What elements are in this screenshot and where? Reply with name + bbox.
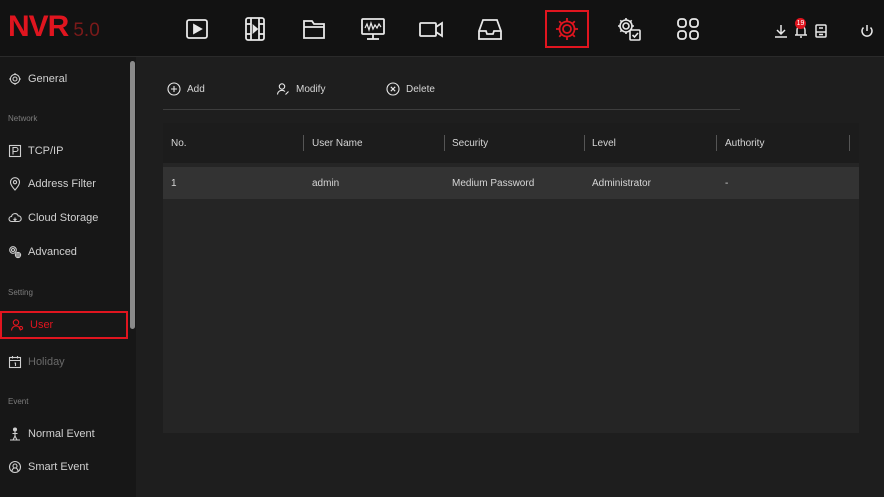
user-management-panel: Add Modify Delete No. User Name Security… — [137, 57, 884, 497]
column-separator — [849, 135, 850, 151]
sidebar-item-cloud-storage[interactable]: Cloud Storage — [0, 204, 128, 232]
sidebar-item-label: Normal Event — [28, 428, 95, 440]
delete-button-label: Delete — [406, 83, 435, 95]
grid-icon[interactable] — [665, 10, 711, 48]
user-edit-icon — [276, 83, 289, 95]
sidebar-scrollbar[interactable] — [130, 61, 135, 329]
column-header-user-name: User Name — [312, 137, 363, 149]
column-separator — [716, 135, 717, 151]
column-separator — [444, 135, 445, 151]
advanced-gear-icon — [8, 245, 22, 259]
cell-level: Administrator — [592, 177, 651, 189]
column-header-level: Level — [592, 137, 616, 149]
sidebar-item-user[interactable]: User — [0, 311, 128, 339]
column-header-authority: Authority — [725, 137, 765, 149]
smart-event-icon — [8, 460, 22, 474]
sidebar-item-label: Holiday — [28, 356, 65, 368]
user-table: No. User Name Security Level Authority 1… — [163, 123, 859, 433]
toolbar-divider — [163, 109, 740, 110]
backup-icon[interactable] — [812, 22, 830, 40]
sidebar-group-setting: Setting — [8, 288, 33, 297]
add-button-label: Add — [187, 83, 205, 95]
gear-icon — [8, 72, 22, 86]
sidebar-group-network: Network — [8, 114, 38, 123]
cell-security: Medium Password — [452, 177, 535, 189]
sidebar-item-address-filter[interactable]: Address Filter — [0, 170, 128, 198]
alarm-bell-icon[interactable]: 19 — [792, 18, 810, 40]
power-icon[interactable] — [858, 22, 876, 40]
file-icon[interactable] — [291, 10, 337, 48]
sidebar-item-label: Smart Event — [28, 461, 89, 473]
top-navigation-bar: NVR 5.0 19 — [0, 0, 884, 57]
system-config-icon[interactable] — [606, 10, 652, 48]
sidebar-item-general[interactable]: General — [0, 65, 128, 93]
p-box-icon — [8, 144, 22, 158]
column-header-security: Security — [452, 137, 489, 149]
brand-version: 5.0 — [73, 20, 100, 41]
sidebar-item-advanced[interactable]: Advanced — [0, 238, 128, 266]
sidebar-item-label: Cloud Storage — [28, 212, 99, 224]
app-logo: NVR 5.0 — [8, 10, 100, 46]
delete-button[interactable]: Delete — [386, 80, 435, 98]
modify-button-label: Modify — [296, 83, 326, 95]
sidebar-item-label: User — [30, 319, 54, 331]
cell-no: 1 — [171, 177, 177, 189]
monitor-icon[interactable] — [350, 10, 396, 48]
alarm-badge: 19 — [795, 18, 806, 29]
cell-user-name: admin — [312, 177, 340, 189]
brand-name: NVR — [8, 10, 69, 43]
sidebar-item-label: TCP/IP — [28, 145, 64, 157]
table-header: No. User Name Security Level Authority — [163, 123, 859, 163]
modify-button[interactable]: Modify — [276, 80, 325, 98]
cell-authority: - — [725, 177, 729, 189]
settings-sidebar: General Network TCP/IP Address Filter Cl… — [0, 57, 136, 497]
column-separator — [303, 135, 304, 151]
sidebar-item-smart-event[interactable]: Smart Event — [0, 453, 128, 481]
delete-circle-icon — [386, 82, 400, 96]
settings-icon[interactable] — [545, 10, 589, 48]
sidebar-item-label: Address Filter — [28, 178, 96, 190]
table-row[interactable]: 1 admin Medium Password Administrator - — [163, 167, 859, 199]
download-icon[interactable] — [772, 22, 790, 40]
sidebar-item-normal-event[interactable]: Normal Event — [0, 420, 128, 448]
user-icon — [10, 318, 24, 332]
sidebar-item-label: Advanced — [28, 246, 77, 258]
add-button[interactable]: Add — [167, 80, 205, 98]
location-icon — [8, 177, 22, 191]
column-header-no: No. — [171, 137, 187, 149]
sidebar-item-holiday[interactable]: Holiday — [0, 348, 128, 376]
sidebar-item-label: General — [28, 73, 68, 85]
camera-icon[interactable] — [408, 10, 454, 48]
video-clip-icon[interactable] — [232, 10, 278, 48]
storage-icon[interactable] — [467, 10, 513, 48]
person-alert-icon — [8, 427, 22, 441]
playback-icon[interactable] — [174, 10, 220, 48]
calendar-icon — [8, 355, 22, 369]
cloud-icon — [8, 211, 22, 225]
column-separator — [584, 135, 585, 151]
sidebar-group-event: Event — [8, 397, 29, 406]
sidebar-item-tcpip[interactable]: TCP/IP — [0, 137, 128, 165]
add-circle-icon — [167, 82, 181, 96]
